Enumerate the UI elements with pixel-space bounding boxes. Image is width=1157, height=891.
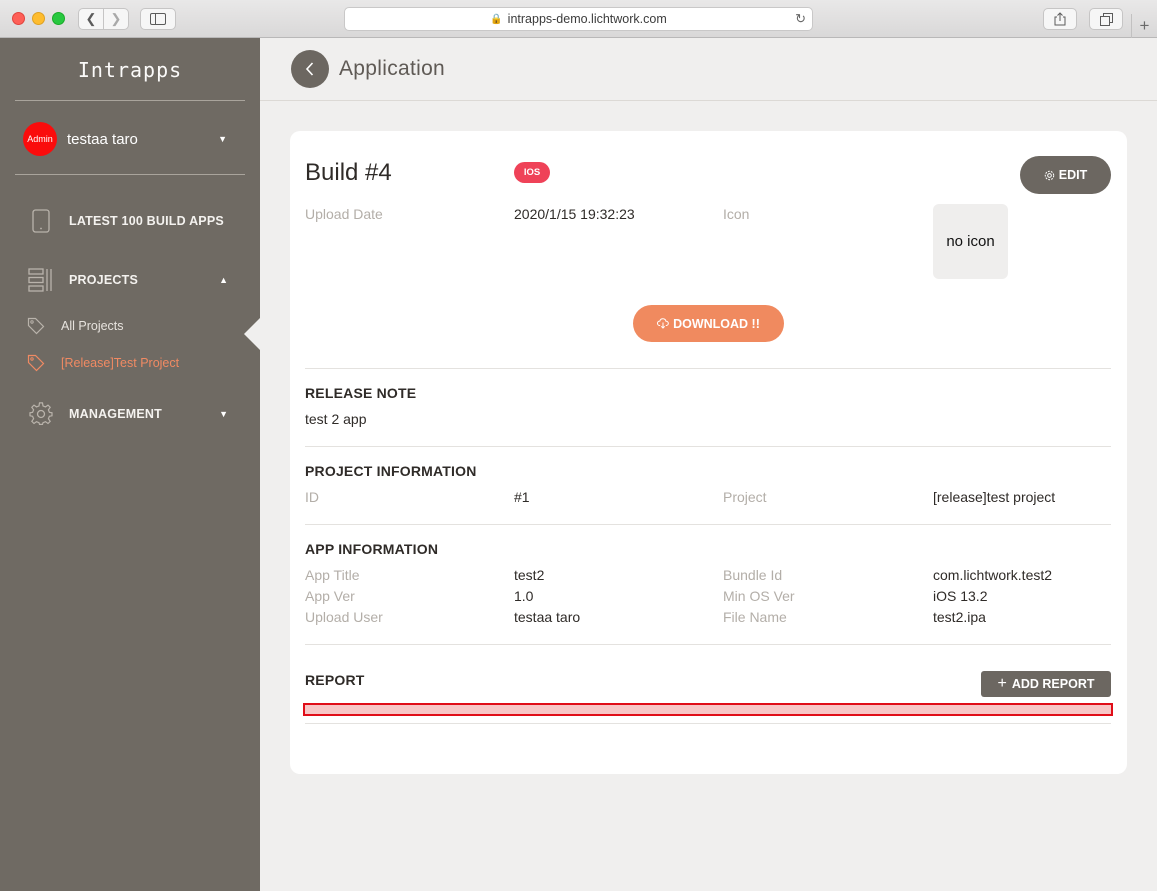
build-detail-card: Build #4 IOS EDIT Upload Date 2020/1/15 … xyxy=(290,131,1127,774)
upload-user-label: Upload User xyxy=(305,609,383,625)
app-information-heading: APP INFORMATION xyxy=(305,541,439,557)
back-button[interactable] xyxy=(291,50,329,88)
app-version-value: 1.0 xyxy=(514,588,534,604)
avatar: Admin xyxy=(23,122,57,156)
sidebar-subitem-release-test-project[interactable]: [Release]Test Project xyxy=(27,353,179,373)
upload-date-value: 2020/1/15 19:32:23 xyxy=(514,206,635,222)
sidebar-item-label: MANAGEMENT xyxy=(69,407,162,421)
app-title-value: test2 xyxy=(514,567,545,583)
tag-icon xyxy=(27,317,45,335)
new-tab-button[interactable]: + xyxy=(1131,14,1157,38)
report-list-highlight xyxy=(303,703,1113,716)
app-icon-placeholder: no icon xyxy=(933,204,1008,279)
sidebar-divider xyxy=(15,100,245,101)
sidebar-item-label: PROJECTS xyxy=(69,273,138,287)
caret-down-icon: ▼ xyxy=(219,409,228,419)
min-os-label: Min OS Ver xyxy=(723,588,795,604)
section-divider xyxy=(305,446,1111,447)
user-name: testaa taro xyxy=(67,130,138,148)
app-version-label: App Ver xyxy=(305,588,355,604)
sidebar-subitem-label: [Release]Test Project xyxy=(61,356,180,370)
add-report-button[interactable]: + ADD REPORT xyxy=(981,671,1111,697)
project-name-value: [release]test project xyxy=(933,489,1056,505)
brand-logo[interactable]: Intrapps xyxy=(0,58,260,82)
section-divider xyxy=(305,644,1111,645)
chevron-right-icon: ❯ xyxy=(110,11,122,26)
edit-button[interactable]: EDIT xyxy=(1020,156,1111,194)
project-name-label: Project xyxy=(723,489,767,505)
sidebar-subitem-label: All Projects xyxy=(61,319,124,333)
sidebar-item-projects[interactable]: PROJECTS ▲ xyxy=(28,267,238,293)
tag-icon xyxy=(27,354,45,372)
share-button[interactable] xyxy=(1043,8,1077,30)
bundle-id-label: Bundle Id xyxy=(723,567,783,583)
cloud-download-icon xyxy=(657,318,669,329)
upload-date-label: Upload Date xyxy=(305,206,383,222)
release-note-text: test 2 app xyxy=(305,411,367,427)
sidebar-item-label: LATEST 100 BUILD APPS xyxy=(69,214,224,228)
caret-up-icon: ▲ xyxy=(219,275,228,285)
app-title-label: App Title xyxy=(305,567,360,583)
reload-icon[interactable]: ↻ xyxy=(795,11,806,27)
add-report-button-label: ADD REPORT xyxy=(1011,677,1095,691)
sidebar-item-management[interactable]: MANAGEMENT ▼ xyxy=(28,401,238,427)
download-button[interactable]: DOWNLOAD !! xyxy=(633,305,784,342)
browser-toolbar: ❮ ❯ 🔒 intrapps-demo.lichtwork.com ↻ + xyxy=(0,0,1157,38)
browser-sidebar-button[interactable] xyxy=(140,8,176,30)
upload-user-value: testaa taro xyxy=(514,609,581,625)
page-title: Application xyxy=(339,57,446,80)
sidebar-subitem-all-projects[interactable]: All Projects xyxy=(27,316,124,336)
project-information-heading: PROJECT INFORMATION xyxy=(305,463,477,479)
project-id-label: ID xyxy=(305,489,319,505)
page-header: Application xyxy=(260,38,1157,101)
edit-button-label: EDIT xyxy=(1058,168,1088,182)
gear-icon xyxy=(1044,170,1054,180)
build-title: Build #4 xyxy=(305,159,392,186)
gear-icon xyxy=(28,402,54,426)
min-os-value: iOS 13.2 xyxy=(933,588,988,604)
file-name-label: File Name xyxy=(723,609,787,625)
plus-icon: + xyxy=(1139,16,1150,35)
platform-badge: IOS xyxy=(514,162,550,183)
section-divider xyxy=(305,723,1111,724)
section-divider xyxy=(305,368,1111,369)
section-divider xyxy=(305,524,1111,525)
address-url: intrapps-demo.lichtwork.com xyxy=(507,12,667,26)
user-menu[interactable]: Admin testaa taro ▼ xyxy=(23,122,233,156)
project-id-value: #1 xyxy=(514,489,530,505)
minimize-window-button[interactable] xyxy=(32,12,45,25)
caret-down-icon: ▼ xyxy=(218,134,227,144)
chevron-left-icon xyxy=(305,62,314,76)
plus-icon: + xyxy=(997,675,1007,692)
browser-back-button[interactable]: ❮ xyxy=(78,8,104,30)
release-note-heading: RELEASE NOTE xyxy=(305,385,417,401)
close-window-button[interactable] xyxy=(12,12,25,25)
address-bar[interactable]: 🔒 intrapps-demo.lichtwork.com ↻ xyxy=(344,7,813,31)
file-name-value: test2.ipa xyxy=(933,609,986,625)
sidebar: Intrapps Admin testaa taro ▼ LATEST 100 … xyxy=(0,38,260,891)
report-heading: REPORT xyxy=(305,672,365,688)
sidebar-icon xyxy=(150,13,166,25)
sidebar-divider xyxy=(15,174,245,175)
projects-list-icon xyxy=(28,268,54,292)
browser-forward-button[interactable]: ❯ xyxy=(103,8,129,30)
tabs-icon xyxy=(1099,12,1113,26)
bundle-id-value: com.lichtwork.test2 xyxy=(933,567,1053,583)
download-button-label: DOWNLOAD !! xyxy=(673,316,760,331)
lock-icon: 🔒 xyxy=(490,13,503,25)
fullscreen-window-button[interactable] xyxy=(52,12,65,25)
show-tabs-button[interactable] xyxy=(1089,8,1123,30)
active-item-indicator xyxy=(244,318,260,350)
sidebar-item-latest-builds[interactable]: LATEST 100 BUILD APPS xyxy=(28,208,238,234)
share-icon xyxy=(1054,12,1066,26)
icon-label: Icon xyxy=(723,206,750,222)
smartphone-icon xyxy=(28,209,54,233)
chevron-left-icon: ❮ xyxy=(85,11,97,26)
